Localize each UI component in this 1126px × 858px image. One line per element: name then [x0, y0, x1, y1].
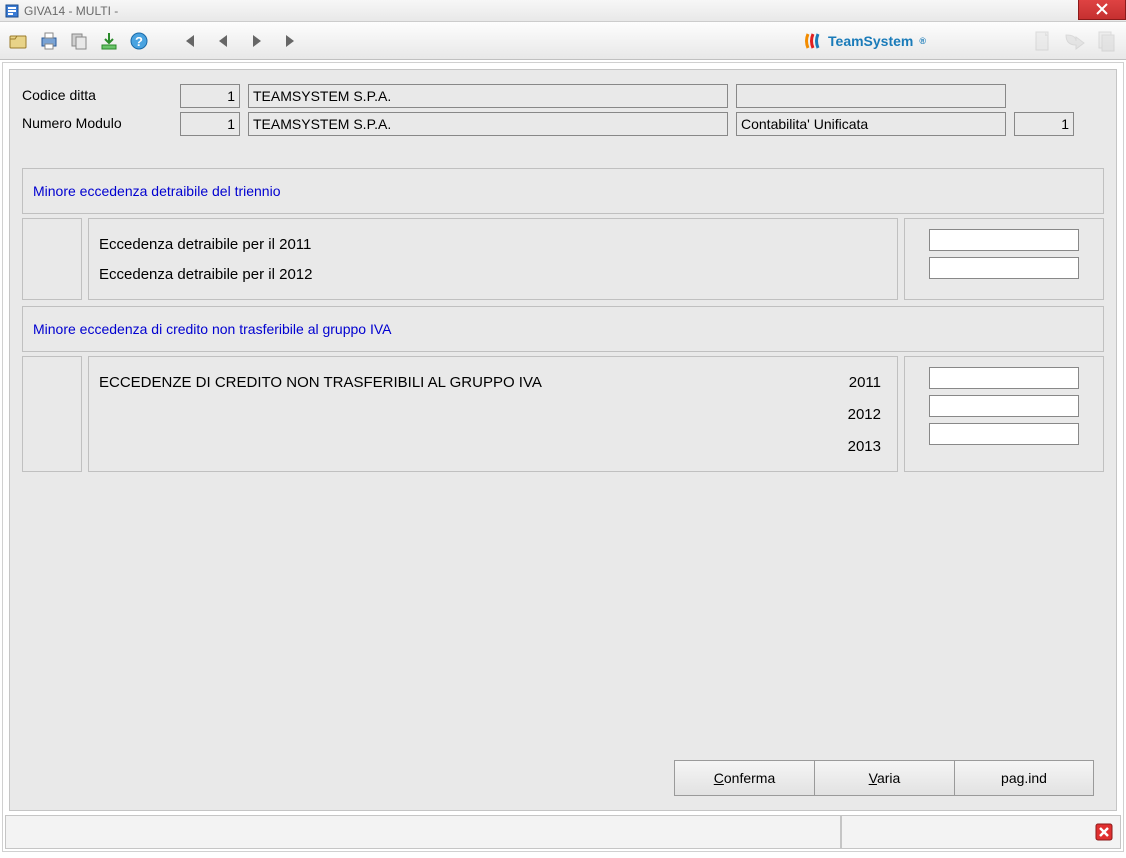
- status-close-icon[interactable]: [1094, 822, 1114, 842]
- open-icon[interactable]: [6, 28, 32, 54]
- app-icon: [4, 3, 20, 19]
- window-titlebar: GIVA14 - MULTI -: [0, 0, 1126, 22]
- section1-left-panel: [22, 218, 82, 300]
- nav-prev-icon[interactable]: [210, 28, 236, 54]
- forward-icon[interactable]: [1062, 28, 1088, 54]
- help-icon[interactable]: ?: [126, 28, 152, 54]
- section1-values-panel: [904, 218, 1104, 300]
- varia-button[interactable]: Varia: [814, 760, 954, 796]
- credit-2012-input[interactable]: [929, 395, 1079, 417]
- nav-next-icon[interactable]: [244, 28, 270, 54]
- svg-text:?: ?: [135, 34, 143, 49]
- company-name-1: TEAMSYSTEM S.P.A.: [248, 84, 728, 108]
- status-left: [5, 815, 841, 849]
- confirm-button[interactable]: Conferma: [674, 760, 814, 796]
- section2-labels-panel: ECCEDENZE DI CREDITO NON TRASFERIBILI AL…: [88, 356, 898, 472]
- numero-modulo-value[interactable]: 1: [180, 112, 240, 136]
- credit-heading: ECCEDENZE DI CREDITO NON TRASFERIBILI AL…: [99, 374, 542, 391]
- eccedenza-2012-input[interactable]: [929, 257, 1079, 279]
- eccedenza-2011-input[interactable]: [929, 229, 1079, 251]
- section2-left-panel: [22, 356, 82, 472]
- year-2012-label: 2012: [848, 406, 887, 423]
- window-close-button[interactable]: [1078, 0, 1126, 20]
- nav-last-icon[interactable]: [278, 28, 304, 54]
- nav-first-icon[interactable]: [176, 28, 202, 54]
- copy-icon[interactable]: [66, 28, 92, 54]
- section2-header: Minore eccedenza di credito non trasferi…: [22, 306, 1104, 352]
- action-buttons: Conferma Varia pag.ind: [674, 760, 1094, 796]
- year-2011-label: 2011: [849, 374, 887, 391]
- brand-logo: TeamSystem®: [804, 32, 926, 50]
- export-icon[interactable]: [96, 28, 122, 54]
- section2-values-panel: [904, 356, 1104, 472]
- stack-icon[interactable]: [1094, 28, 1120, 54]
- content-area: Codice ditta 1 TEAMSYSTEM S.P.A. Numero …: [2, 62, 1124, 852]
- company-name-2: TEAMSYSTEM S.P.A.: [248, 112, 728, 136]
- header-grid: Codice ditta 1 TEAMSYSTEM S.P.A. Numero …: [22, 80, 1104, 148]
- eccedenza-2011-label: Eccedenza detraibile per il 2011: [99, 236, 311, 253]
- credit-2013-input[interactable]: [929, 423, 1079, 445]
- eccedenza-2012-label: Eccedenza detraibile per il 2012: [99, 266, 312, 283]
- doc-icon[interactable]: [1030, 28, 1056, 54]
- year-2013-label: 2013: [848, 438, 887, 455]
- empty-box-1: [736, 84, 1006, 108]
- credit-2011-input[interactable]: [929, 367, 1079, 389]
- section1-labels-panel: Eccedenza detraibile per il 2011 Ecceden…: [88, 218, 898, 300]
- print-icon[interactable]: [36, 28, 62, 54]
- window-title: GIVA14 - MULTI -: [24, 4, 118, 18]
- status-right: [841, 815, 1121, 849]
- section1-header: Minore eccedenza detraibile del triennio: [22, 168, 1104, 214]
- toolbar: ? TeamSystem®: [0, 22, 1126, 60]
- brand-text: TeamSystem: [828, 33, 913, 49]
- codice-ditta-value[interactable]: 1: [180, 84, 240, 108]
- pagind-button[interactable]: pag.ind: [954, 760, 1094, 796]
- account-num: 1: [1014, 112, 1074, 136]
- codice-ditta-label: Codice ditta: [22, 84, 172, 108]
- status-bar: [5, 815, 1121, 849]
- account-type: Contabilita' Unificata: [736, 112, 1006, 136]
- numero-modulo-label: Numero Modulo: [22, 112, 172, 136]
